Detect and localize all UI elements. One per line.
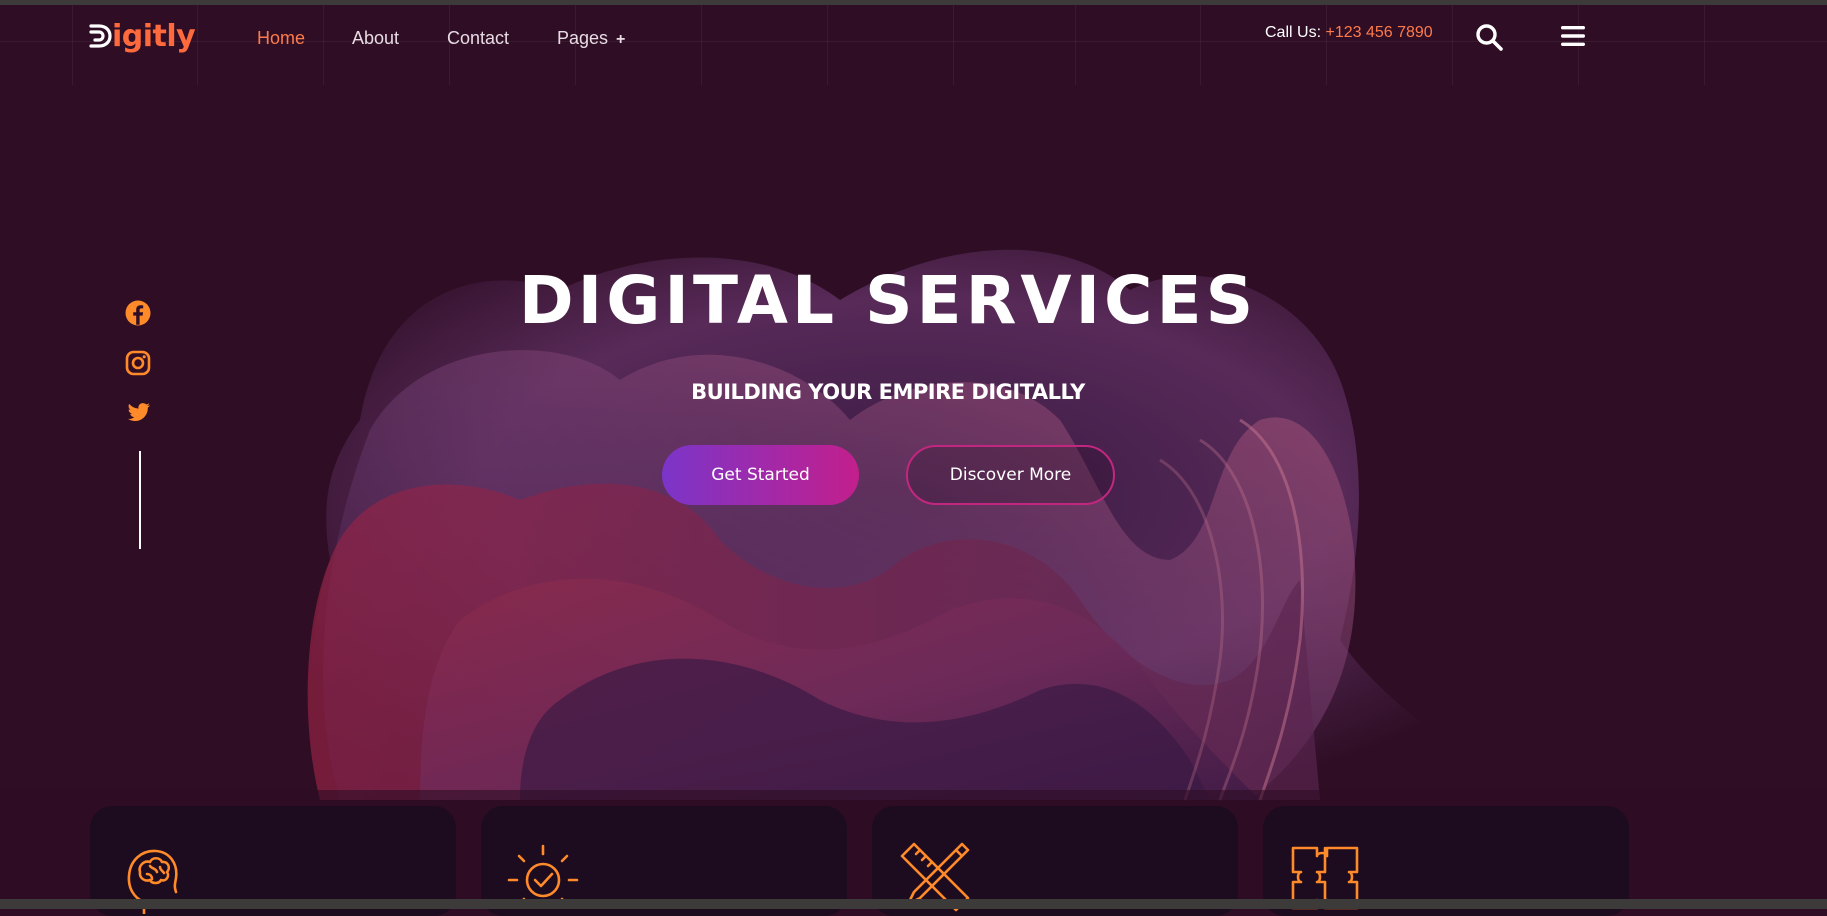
get-started-button[interactable]: Get Started [662,445,859,505]
call-us: Call Us: +123 456 7890 [1265,24,1433,42]
instagram-icon[interactable] [124,349,152,377]
logo-text: igitly [112,18,196,54]
brand-logo[interactable]: igitly [88,16,196,56]
social-divider-line [139,451,141,549]
nav-item-contact[interactable]: Contact [447,28,509,49]
nav-item-home[interactable]: Home [257,28,305,49]
search-icon[interactable] [1474,22,1504,52]
nav-item-pages-label: Pages [557,28,609,48]
nav-item-about[interactable]: About [352,28,399,49]
logo-mark-icon [89,24,112,48]
hero-title: DIGITAL SERVICES [518,262,1258,339]
phone-number[interactable]: +123 456 7890 [1325,24,1432,41]
hero-subtitle: BUILDING YOUR EMPIRE DIGITALLY [691,380,1085,404]
nav-item-pages[interactable]: Pages + [557,28,625,49]
discover-more-button[interactable]: Discover More [906,445,1115,505]
window-bottom-border [0,899,1827,909]
menu-icon[interactable] [1560,23,1586,49]
call-label: Call Us: [1265,24,1322,41]
submenu-plus-icon: + [616,31,626,48]
